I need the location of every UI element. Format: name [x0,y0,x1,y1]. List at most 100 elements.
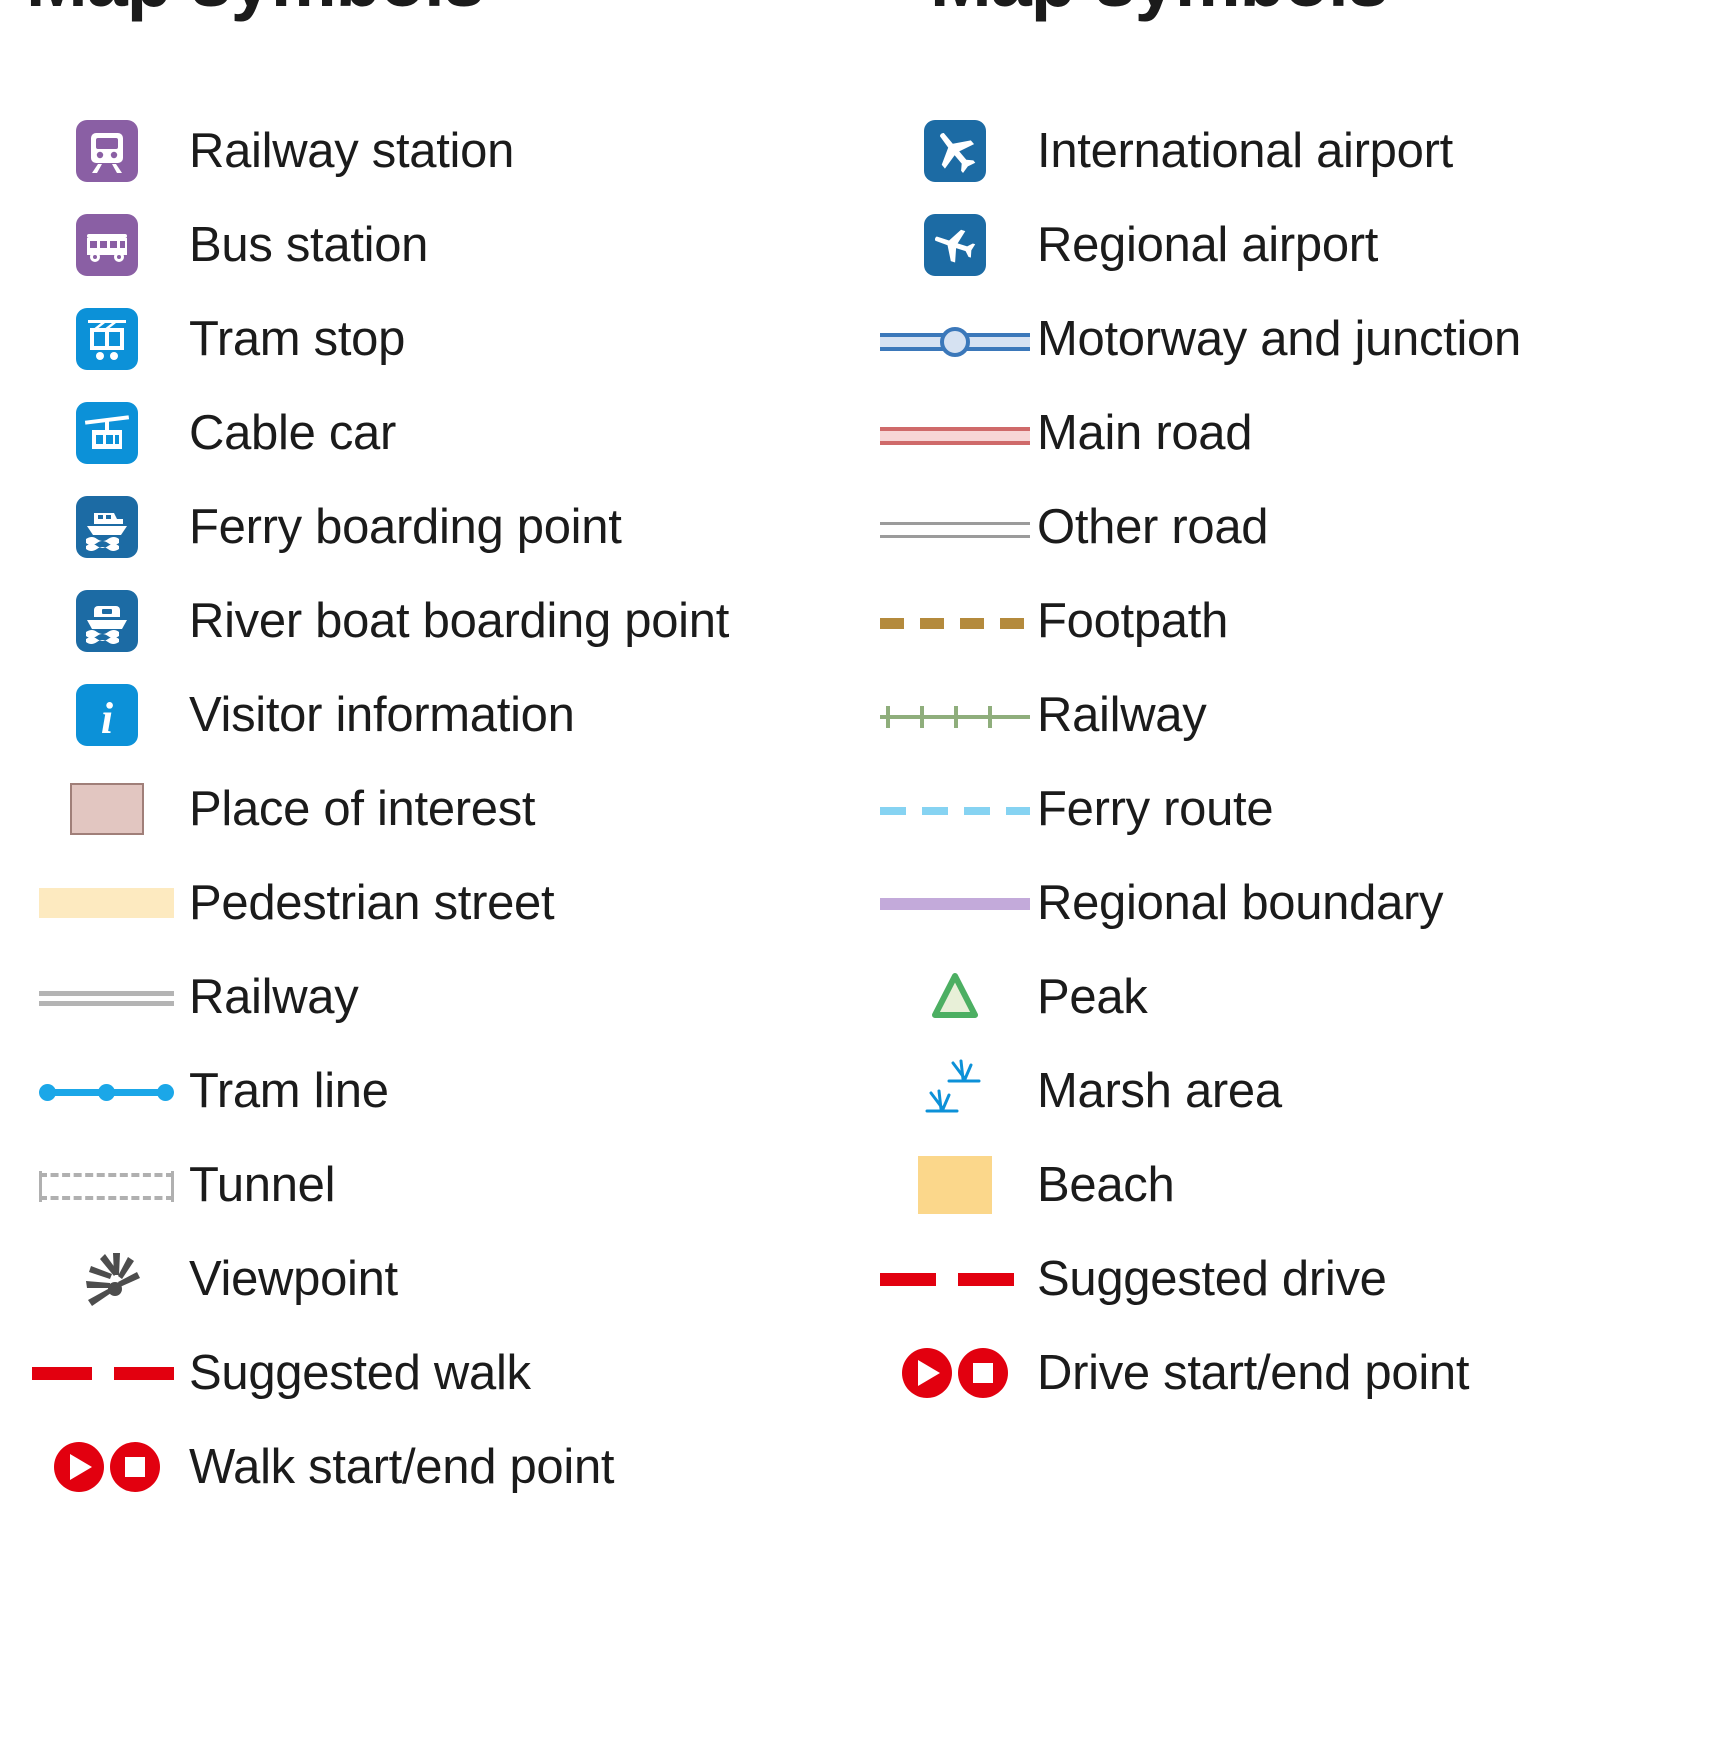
legend-column-left: Railway station Bus station Tram stop Ca… [24,104,844,1514]
legend-item-tram-stop: Tram stop [24,292,844,386]
symbol-cell [24,762,189,856]
drive-start-marker [901,1348,952,1398]
symbol-cell [872,198,1037,292]
symbol-cell [872,1138,1037,1232]
international-airport-icon [923,120,986,182]
legend-item-label: Bus station [189,217,429,272]
legend-item-label: Motorway and junction [1037,311,1521,366]
legend-item-label: Cable car [189,405,397,460]
legend-item-cable-car: Cable car [24,386,844,480]
legend-item-label: Railway [189,969,359,1024]
legend-item-label: Other road [1037,499,1269,554]
symbol-cell [872,1326,1037,1420]
symbol-cell [872,292,1037,386]
symbol-cell [24,1420,189,1514]
legend-item-label: Walk start/end point [189,1439,615,1494]
tram-stop-icon [75,308,138,370]
symbol-cell [872,762,1037,856]
symbol-cell [24,198,189,292]
symbol-cell [872,574,1037,668]
symbol-cell [24,292,189,386]
symbol-cell [24,574,189,668]
motorway-junction-symbol [879,319,1030,359]
viewpoint-icon [85,1253,140,1306]
legend-item-label: Railway [1037,687,1207,742]
tram-line-symbol [39,1071,174,1111]
legend-item-label: Ferry boarding point [189,499,622,554]
legend-item-drive-start-end-point: Drive start/end point [872,1326,1692,1420]
symbol-cell [24,856,189,950]
legend-item-label: Main road [1037,405,1253,460]
regional-airport-icon [923,214,986,276]
pedestrian-street-swatch [39,888,174,918]
legend-item-walk-start-end-point: Walk start/end point [24,1420,844,1514]
legend-item-label: Tram stop [189,311,406,366]
legend-item-beach: Beach [872,1138,1692,1232]
legend-item-label: River boat boarding point [189,593,730,648]
legend-item-footpath: Footpath [872,574,1692,668]
symbol-cell [24,950,189,1044]
map-legend: Map symbols Map symbols [0,0,1714,1750]
symbol-cell [24,104,189,198]
legend-item-ferry-boarding-point: Ferry boarding point [24,480,844,574]
legend-item-motorway-and-junction: Motorway and junction [872,292,1692,386]
svg-text:i: i [100,694,113,743]
legend-item-other-road: Other road [872,480,1692,574]
legend-item-label: Visitor information [189,687,575,742]
regional-boundary-symbol [879,883,1030,923]
legend-item-main-road: Main road [872,386,1692,480]
legend-item-label: Pedestrian street [189,875,555,930]
symbol-cell [24,1044,189,1138]
legend-item-label: Railway station [189,123,515,178]
legend-item-label: Footpath [1037,593,1229,648]
symbol-cell [872,856,1037,950]
legend-column-right: International airport Regional airport M… [872,104,1692,1420]
symbol-cell [24,1232,189,1326]
legend-item-suggested-walk: Suggested walk [24,1326,844,1420]
legend-item-viewpoint: Viewpoint [24,1232,844,1326]
drive-end-marker [957,1348,1008,1398]
symbol-cell: i [24,668,189,762]
legend-item-tunnel: Tunnel [24,1138,844,1232]
legend-item-railway-left: Railway [24,950,844,1044]
legend-item-label: Viewpoint [189,1251,398,1306]
symbol-cell [24,1138,189,1232]
legend-item-ferry-route: Ferry route [872,762,1692,856]
symbol-cell [872,1044,1037,1138]
marsh-area-icon [925,1059,980,1113]
peak-icon [931,973,978,1018]
legend-heading-left: Map symbols [26,0,485,23]
symbol-cell [24,480,189,574]
walk-start-end-icon [53,1442,160,1492]
motorway-junction-marker [939,327,970,357]
legend-item-railway-station: Railway station [24,104,844,198]
legend-item-suggested-drive: Suggested drive [872,1232,1692,1326]
symbol-cell [24,386,189,480]
legend-item-regional-boundary: Regional boundary [872,856,1692,950]
legend-item-label: Drive start/end point [1037,1345,1470,1400]
legend-item-label: Beach [1037,1157,1175,1212]
legend-item-place-of-interest: Place of interest [24,762,844,856]
beach-swatch [917,1156,992,1214]
tunnel-symbol [39,1165,174,1205]
river-boat-boarding-icon [75,590,138,652]
drive-start-end-icon [901,1348,1008,1398]
visitor-information-icon: i [75,684,138,746]
legend-item-bus-station: Bus station [24,198,844,292]
legend-item-label: Tram line [189,1063,389,1118]
legend-item-label: Regional airport [1037,217,1379,272]
main-road-symbol [879,413,1030,453]
railway-symbol [879,695,1030,735]
legend-item-label: Tunnel [189,1157,336,1212]
cable-car-icon [75,402,138,464]
symbol-cell [872,950,1037,1044]
legend-headings: Map symbols Map symbols [0,0,1714,86]
legend-item-regional-airport: Regional airport [872,198,1692,292]
walk-end-marker [109,1442,160,1492]
symbol-cell [872,668,1037,762]
legend-item-international-airport: International airport [872,104,1692,198]
walk-start-marker [53,1442,104,1492]
legend-item-river-boat-boarding-point: River boat boarding point [24,574,844,668]
legend-item-label: Ferry route [1037,781,1274,836]
suggested-walk-symbol [31,1353,182,1393]
